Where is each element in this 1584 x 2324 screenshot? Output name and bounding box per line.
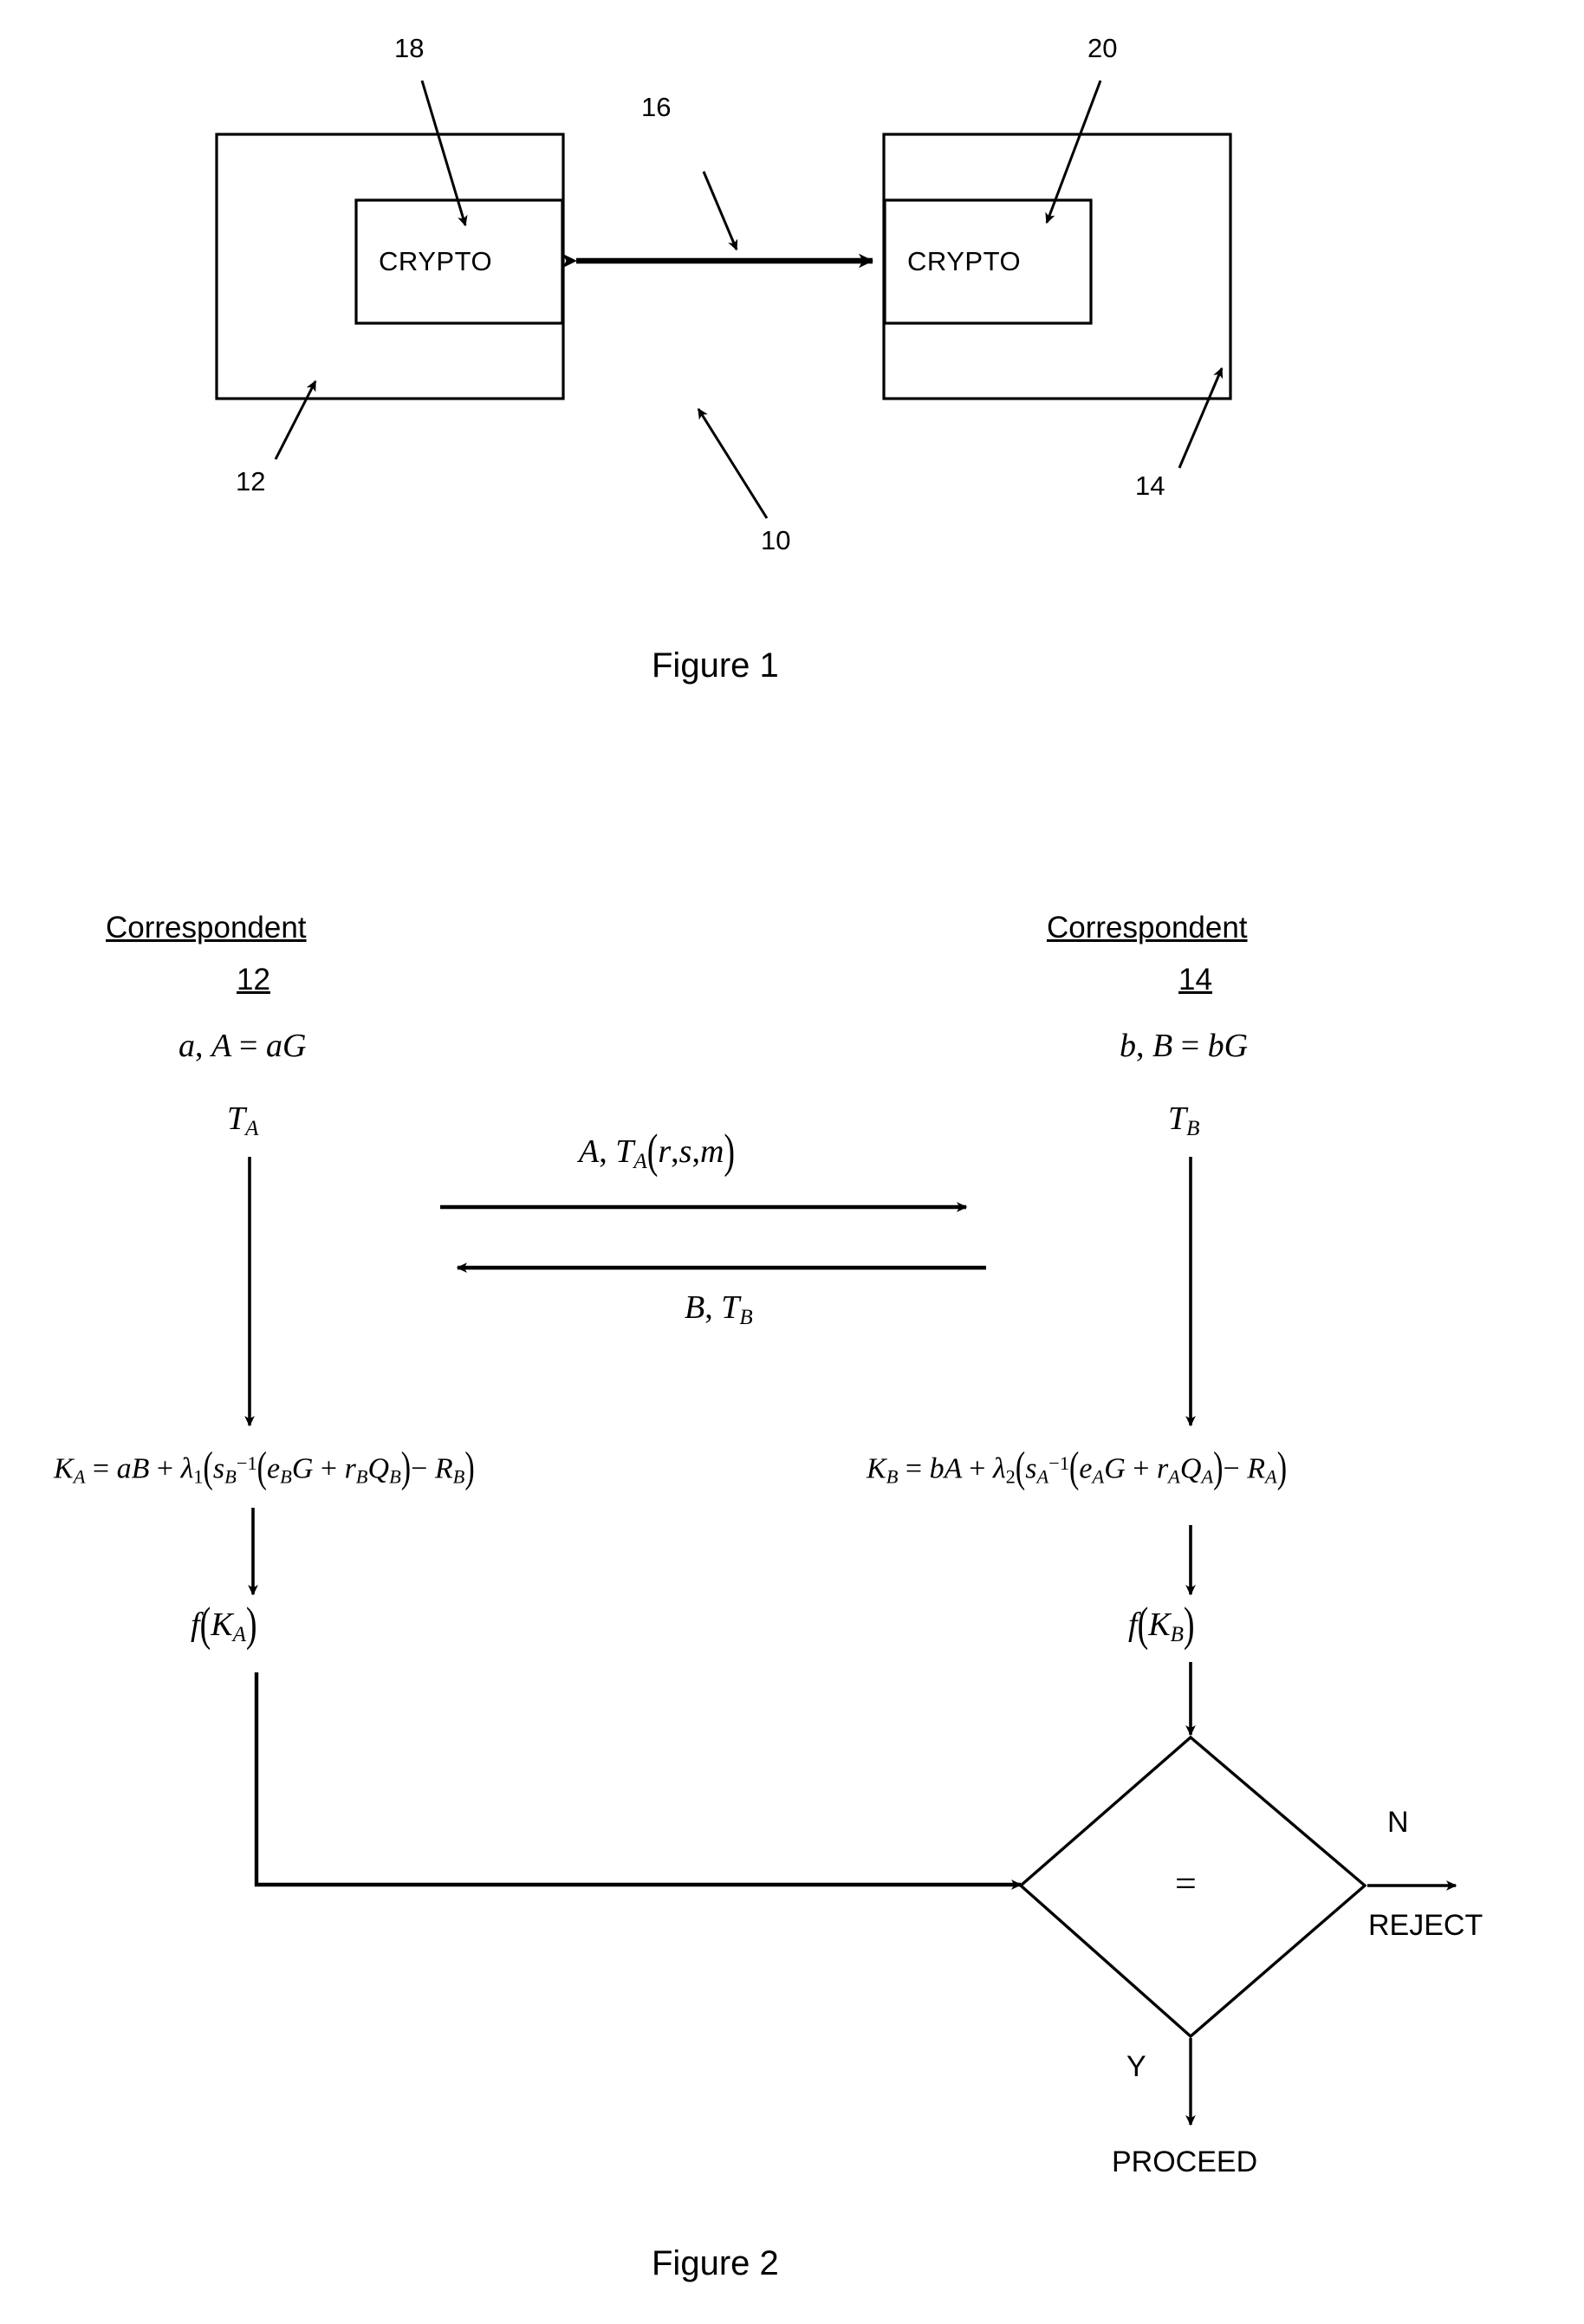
fig2-right-keys: b, B = bG bbox=[1120, 1028, 1249, 1064]
fig1-leader-10 bbox=[697, 407, 769, 519]
fig2-left-correspondent-ref: 12 bbox=[237, 963, 270, 996]
fig1-ref-16: 16 bbox=[641, 92, 672, 122]
drawing-sheet: 18 20 16 CRYPTO CRYPTO 12 14 10 Figure 1… bbox=[0, 0, 1584, 2324]
fig2-no-label: N bbox=[1387, 1806, 1409, 1839]
fig1-ref-14: 14 bbox=[1135, 471, 1165, 501]
fig1-caption: Figure 1 bbox=[652, 646, 779, 685]
fig2-caption: Figure 2 bbox=[652, 2244, 779, 2282]
fig2-right-kdf: f(KB) bbox=[1128, 1598, 1195, 1652]
fig2-right-correspondent-title: Correspondent bbox=[1047, 911, 1248, 945]
fig2-message-2-label: B, TB bbox=[685, 1289, 753, 1330]
fig2-left-correspondent-title: Correspondent bbox=[106, 911, 307, 945]
fig2-message-1-label: A, TA(r,s,m) bbox=[579, 1125, 736, 1178]
fig2-left-kdf: f(KA) bbox=[191, 1598, 257, 1652]
fig1-ref-18: 18 bbox=[394, 33, 425, 63]
fig2-left-to-decision-path bbox=[254, 1672, 1022, 1890]
fig1-ref-10: 10 bbox=[761, 525, 791, 555]
fig1-leader-12 bbox=[274, 380, 317, 460]
fig1-leader-16 bbox=[702, 171, 738, 251]
fig1-ref-12: 12 bbox=[236, 466, 266, 497]
fig1-leader-18 bbox=[420, 80, 468, 227]
fig2-decision-symbol: = bbox=[1175, 1862, 1197, 1905]
fig2-left-ephemeral: TA bbox=[227, 1100, 259, 1141]
fig2-yes-label: Y bbox=[1126, 2050, 1146, 2083]
fig2-left-keys: a, A = aG bbox=[179, 1028, 307, 1064]
fig2-right-ephemeral: TB bbox=[1168, 1100, 1200, 1141]
fig1-right-crypto-label: CRYPTO bbox=[907, 246, 1022, 276]
fig1-leader-14 bbox=[1178, 367, 1224, 469]
fig2-proceed-label: PROCEED bbox=[1112, 2145, 1258, 2178]
fig2-right-correspondent-ref: 14 bbox=[1178, 963, 1212, 996]
fig1-ref-20: 20 bbox=[1087, 33, 1118, 63]
fig2-right-session-key: KB = bA + λ2(sA−1(eAG + rAQA)− RA) bbox=[867, 1444, 1288, 1492]
fig2-left-session-key: KA = aB + λ1(sB−1(eBG + rBQB)− RB) bbox=[54, 1444, 475, 1492]
figure-line-art bbox=[215, 80, 1457, 2126]
fig1-left-crypto-label: CRYPTO bbox=[379, 246, 493, 276]
fig2-reject-label: REJECT bbox=[1368, 1909, 1483, 1942]
